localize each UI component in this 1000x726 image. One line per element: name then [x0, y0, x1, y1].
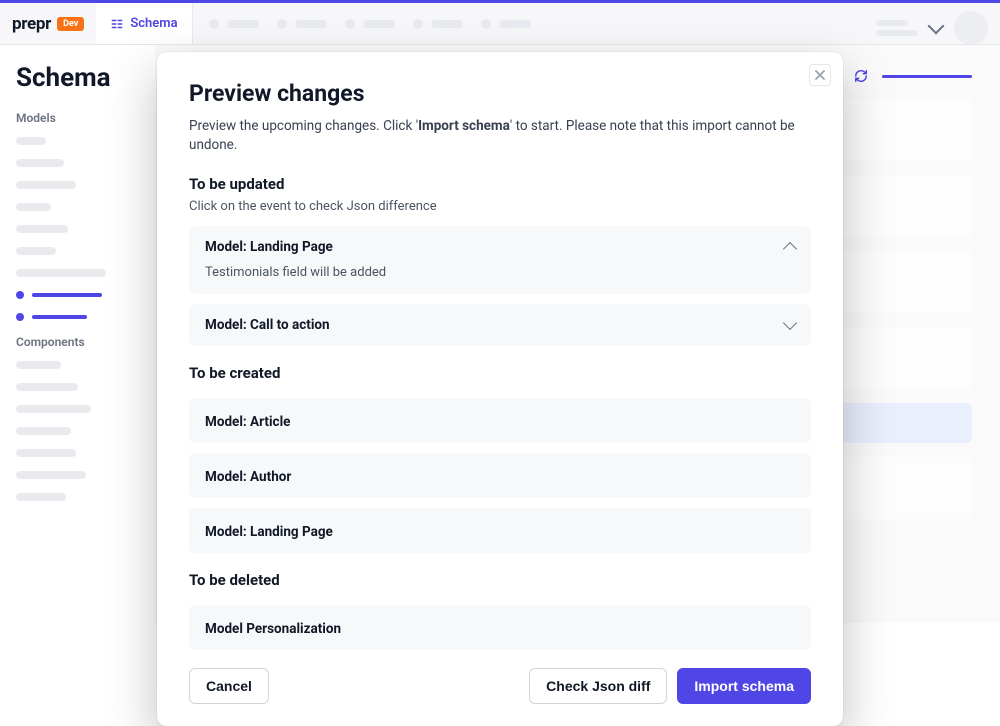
tab-schema[interactable]: Schema: [96, 3, 192, 44]
updated-item-call-to-action[interactable]: Model: Call to action: [189, 304, 811, 346]
preview-changes-modal: Preview changes Preview the upcoming cha…: [157, 52, 843, 726]
refresh-icon[interactable]: [854, 69, 868, 83]
avatar[interactable]: [954, 11, 988, 45]
sidebar-section-components: Components: [16, 335, 139, 349]
modal-title: Preview changes: [189, 80, 811, 107]
modal-close-button[interactable]: [809, 64, 831, 86]
item-detail: Testimonials field will be added: [205, 265, 795, 280]
chevron-down-icon[interactable]: [928, 18, 945, 35]
chevron-up-icon: [783, 242, 797, 256]
item-title: Model: Landing Page: [205, 239, 333, 255]
section-heading-deleted: To be deleted: [189, 571, 811, 589]
cancel-button[interactable]: Cancel: [189, 668, 269, 704]
sidebar-active-item[interactable]: [16, 291, 139, 299]
item-title: Model: Landing Page: [205, 524, 333, 540]
section-to-be-created: To be created Model: Article Model: Auth…: [189, 364, 811, 553]
check-json-diff-button[interactable]: Check Json diff: [529, 668, 667, 704]
item-title: Model: Author: [205, 469, 291, 485]
item-title: Model: Call to action: [205, 317, 330, 333]
sidebar-section-models: Models: [16, 111, 139, 125]
item-header[interactable]: Model: Call to action: [205, 317, 795, 333]
created-item-article[interactable]: Model: Article: [189, 398, 811, 443]
item-title: Model Personalization: [205, 621, 341, 637]
sidebar-title: Schema: [16, 63, 139, 93]
modal-subtitle: Preview the upcoming changes. Click 'Imp…: [189, 117, 811, 155]
section-heading-updated: To be updated: [189, 175, 811, 193]
chevron-down-icon: [783, 316, 797, 330]
section-sub-updated: Click on the event to check Json differe…: [189, 199, 811, 214]
deleted-item-personalization[interactable]: Model Personalization: [189, 605, 811, 650]
section-to-be-updated: To be updated Click on the event to chec…: [189, 175, 811, 346]
header-right: [876, 11, 988, 45]
updated-item-landing-page[interactable]: Model: Landing Page Testimonials field w…: [189, 226, 811, 294]
item-title: Model: Article: [205, 414, 290, 430]
close-icon: [815, 70, 825, 80]
subtitle-bold: Import schema: [418, 118, 510, 134]
section-to-be-deleted: To be deleted Model Personalization: [189, 571, 811, 650]
item-header[interactable]: Model: Landing Page: [205, 239, 795, 255]
env-badge: Dev: [57, 17, 84, 31]
schema-icon: [110, 17, 124, 31]
import-schema-button[interactable]: Import schema: [677, 668, 811, 704]
app-header: prepr Dev Schema: [0, 3, 1000, 45]
header-placeholders: [209, 19, 531, 29]
logo-text: prepr: [12, 14, 51, 34]
sidebar: Schema Models Components: [0, 45, 155, 623]
created-item-landing-page[interactable]: Model: Landing Page: [189, 508, 811, 553]
modal-footer: Cancel Check Json diff Import schema: [189, 668, 811, 704]
tab-schema-label: Schema: [130, 16, 177, 31]
subtitle-prefix: Preview the upcoming changes. Click ': [189, 118, 418, 134]
created-item-author[interactable]: Model: Author: [189, 453, 811, 498]
sidebar-active-item[interactable]: [16, 313, 139, 321]
section-heading-created: To be created: [189, 364, 811, 382]
active-tab-underline: [882, 75, 972, 78]
logo-wrap: prepr Dev: [0, 3, 96, 44]
